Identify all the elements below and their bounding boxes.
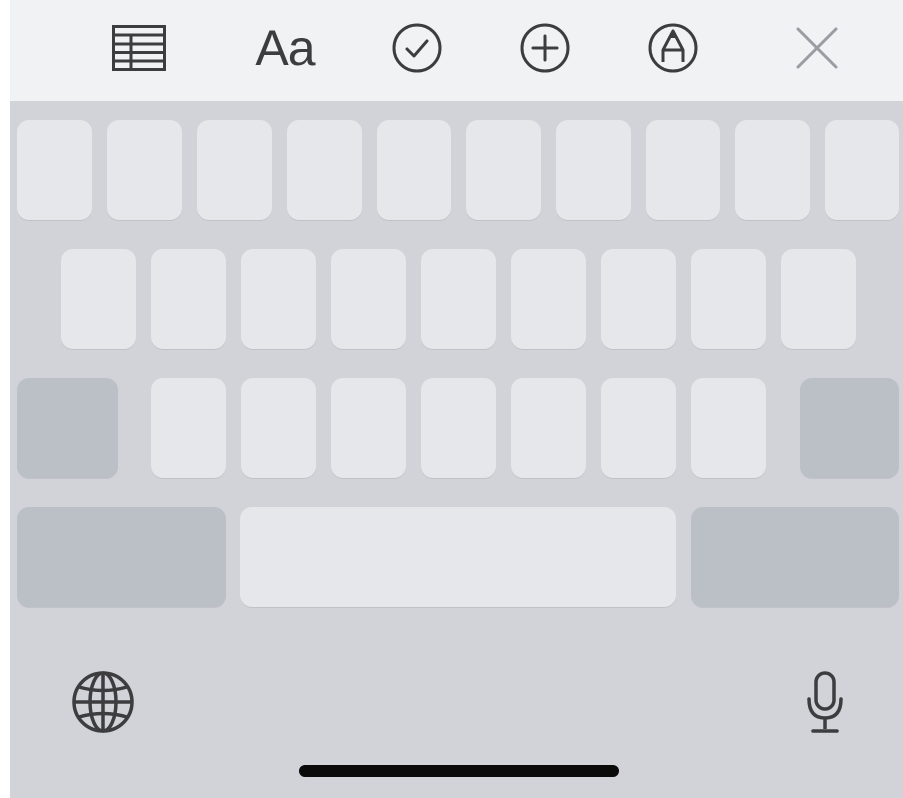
letter-key[interactable] [151, 249, 226, 349]
letter-key[interactable] [241, 249, 316, 349]
letter-key[interactable] [331, 249, 406, 349]
letter-key[interactable] [377, 120, 451, 220]
close-button[interactable] [792, 18, 842, 78]
return-key[interactable] [691, 507, 899, 607]
delete-key[interactable] [800, 378, 899, 478]
close-icon [795, 26, 839, 70]
letter-key[interactable] [17, 120, 92, 220]
shift-key[interactable] [17, 378, 118, 478]
notes-toolbar: Aa [10, 0, 903, 101]
table-icon [112, 25, 166, 71]
letter-key[interactable] [421, 378, 496, 478]
checklist-button[interactable] [390, 18, 444, 78]
letter-key[interactable] [197, 120, 272, 220]
checklist-icon [391, 22, 443, 74]
home-indicator[interactable] [299, 765, 619, 777]
space-bar[interactable] [240, 507, 676, 607]
letter-key[interactable] [61, 249, 136, 349]
markup-pen-icon [647, 22, 699, 74]
letter-key[interactable] [511, 378, 586, 478]
numbers-key[interactable] [17, 507, 226, 607]
keyboard-panel: Aa [10, 0, 903, 798]
letter-key[interactable] [691, 249, 766, 349]
microphone-icon [805, 670, 845, 740]
letter-key[interactable] [107, 120, 182, 220]
letter-key[interactable] [241, 378, 316, 478]
letter-key[interactable] [735, 120, 810, 220]
dictation-button[interactable] [805, 670, 845, 740]
screen: Aa [0, 0, 903, 798]
letter-key[interactable] [601, 378, 676, 478]
letter-key[interactable] [151, 378, 226, 478]
letter-key[interactable] [781, 249, 856, 349]
text-format-icon: Aa [255, 20, 315, 76]
insert-button[interactable] [518, 18, 572, 78]
globe-button[interactable] [70, 670, 136, 739]
globe-icon [71, 670, 135, 739]
letter-key[interactable] [511, 249, 586, 349]
letter-key[interactable] [466, 120, 541, 220]
markup-button[interactable] [646, 18, 700, 78]
letter-key[interactable] [331, 378, 406, 478]
letter-key[interactable] [601, 249, 676, 349]
letter-key[interactable] [556, 120, 631, 220]
table-button[interactable] [110, 18, 168, 78]
letter-key[interactable] [287, 120, 362, 220]
insert-plus-icon [519, 22, 571, 74]
letter-key[interactable] [691, 378, 766, 478]
letter-key[interactable] [825, 120, 899, 220]
text-format-button[interactable]: Aa [246, 18, 324, 78]
letter-key[interactable] [421, 249, 496, 349]
letter-key[interactable] [646, 120, 720, 220]
